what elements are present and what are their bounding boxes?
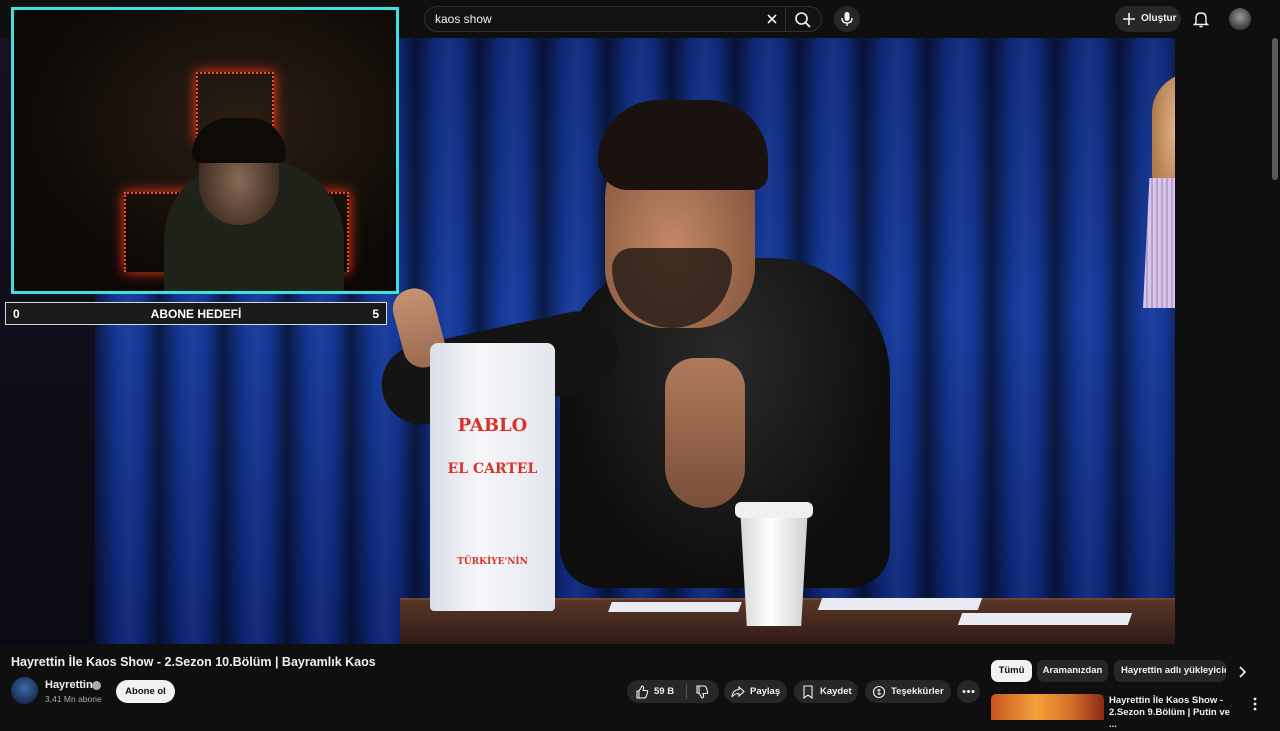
channel-name[interactable]: Hayrettin [45,679,93,691]
save-label: Kaydet [820,686,852,697]
dislike-button[interactable] [687,680,719,703]
host-hair [598,100,768,190]
chevron-right-icon [1239,666,1247,678]
coffee-bag: PABLO EL CARTEL TÜRKİYE'NİN [430,343,555,611]
search-button[interactable] [793,10,813,30]
search-divider [785,7,786,31]
plus-icon [1123,13,1135,25]
subscriber-count: 3,41 Mn abone [45,694,102,704]
chip-from-uploader[interactable]: Hayrettin adlı yükleyicid [1114,660,1226,682]
video-title: Hayrettin İle Kaos Show - 2.Sezon 10.Böl… [11,655,376,669]
channel-avatar[interactable] [11,677,38,704]
related-title-line2: 2.Sezon 9.Bölüm | Putin ve ... [1109,707,1230,730]
create-label: Oluştur [1141,13,1177,24]
cup-lid [735,502,813,518]
goal-end-value: 5 [372,307,379,321]
more-actions-button[interactable] [957,680,980,703]
desk-paper [817,598,983,610]
page-scrollbar[interactable] [1272,38,1278,180]
thumbs-up-icon [636,685,649,699]
like-dislike-group: 59 B [627,680,719,703]
bookmark-icon [803,685,813,699]
bag-bottom-text: TÜRKİYE'NİN [457,557,528,567]
subscribe-button[interactable]: Abone ol [116,680,175,703]
create-button[interactable]: Oluştur [1115,6,1181,32]
save-button[interactable]: Kaydet [794,680,858,703]
coffee-cup [740,506,808,626]
related-video-thumbnail[interactable] [991,694,1104,720]
chip-all[interactable]: Tümü [991,660,1032,682]
goal-title: ABONE HEDEFİ [150,307,242,321]
bell-icon [1192,12,1210,28]
more-horizontal-icon [962,690,975,693]
voice-search-button[interactable] [834,6,860,32]
like-count: 59 B [654,686,675,697]
search-query-text: kaos show [435,12,492,26]
subscriber-goal-bar: ABONE HEDEFİ 0 5 [5,302,387,325]
streamer-webcam [11,7,399,294]
bag-brand-text: PABLO [457,415,528,436]
clear-search-button[interactable] [763,10,781,28]
chip-from-search[interactable]: Aramanızdan [1037,660,1108,682]
more-vertical-icon [1253,697,1257,711]
verified-badge-icon [92,681,101,690]
thanks-label: Teşekkürler [891,686,944,697]
thumbs-down-icon [696,685,709,699]
related-video-menu-button[interactable] [1250,696,1260,712]
thanks-button[interactable]: Teşekkürler [865,680,951,703]
related-title-line1: Hayrettin İle Kaos Show - [1109,695,1224,706]
close-icon [767,14,777,24]
share-icon [731,685,745,698]
related-video-title[interactable]: Hayrettin İle Kaos Show - 2.Sezon 9.Bölü… [1109,695,1239,731]
chips-next-button[interactable] [1234,664,1250,680]
desk-paper [608,602,742,612]
microphone-icon [841,12,853,26]
like-button[interactable]: 59 B [627,680,686,703]
super-thanks-icon [872,685,886,699]
bag-sub-text: EL CARTEL [447,461,538,477]
share-button[interactable]: Paylaş [724,680,787,703]
user-avatar[interactable] [1229,8,1251,30]
host-chest [665,358,745,508]
goal-start-value: 0 [13,307,20,321]
desk-paper [957,613,1133,625]
share-label: Paylaş [750,686,781,697]
search-icon [795,12,811,28]
notifications-button[interactable] [1190,8,1212,30]
search-input[interactable]: kaos show [424,6,822,32]
